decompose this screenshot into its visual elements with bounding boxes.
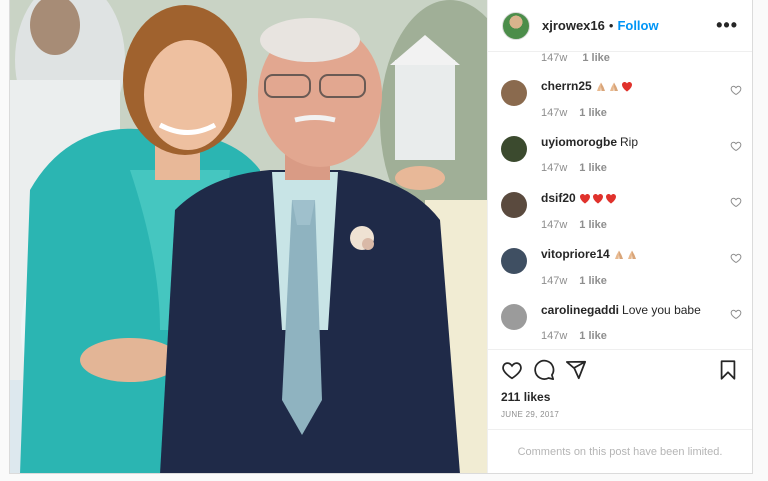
folded-hands-emoji-icon (596, 82, 605, 91)
comment-text-line: carolinegaddi Love you babe (541, 302, 742, 318)
comment-item: cherrn25 147w 1 like (501, 78, 742, 130)
comment-item: vitopriore14 147w 1 like (501, 246, 742, 298)
comment-body: dsif20 147w 1 like (541, 190, 742, 242)
comment-like-heart-icon[interactable] (730, 196, 742, 208)
commenter-username[interactable]: uyiomorogbe (541, 135, 617, 149)
comment-text-line: vitopriore14 (541, 246, 742, 263)
comment-emoji (594, 79, 633, 95)
comment-time[interactable]: 147w (541, 275, 567, 287)
author-avatar[interactable] (502, 11, 530, 40)
commenter-avatar[interactable] (501, 248, 527, 274)
heart-emoji-icon (605, 193, 616, 204)
comment-likes[interactable]: 1 like (579, 107, 607, 119)
post-card: xjrowex16 • Follow ••• 147w 1 like cherr… (9, 0, 753, 474)
comment-body: uyiomorogbe Rip 147w 1 like (541, 134, 742, 186)
comment-like-heart-icon[interactable] (730, 308, 742, 320)
comment-like-heart-icon[interactable] (730, 252, 742, 264)
comment-time[interactable]: 147w (541, 107, 567, 119)
comment-text: Love you babe (622, 303, 701, 317)
comment-meta: 147w 1 like (541, 219, 742, 231)
comment-meta: 147w 1 like (541, 107, 742, 119)
header-separator: • (608, 18, 614, 33)
comment-like-heart-icon[interactable] (730, 84, 742, 96)
heart-icon[interactable] (501, 359, 523, 381)
photo-illustration (10, 0, 487, 473)
more-options-icon[interactable]: ••• (716, 15, 738, 36)
commenter-avatar[interactable] (501, 192, 527, 218)
share-icon[interactable] (565, 359, 587, 381)
comment-likes[interactable]: 1 like (579, 275, 607, 287)
comment-emoji (612, 247, 638, 263)
previous-comment-meta: 147w 1 like (541, 52, 610, 64)
comment-meta: 147w 1 like (541, 162, 742, 174)
folded-hands-emoji-icon (609, 82, 618, 91)
comment-item: uyiomorogbe Rip 147w 1 like (501, 134, 742, 186)
comment-item: carolinegaddi Love you babe 147w 1 like (501, 302, 742, 349)
likes-count[interactable]: 211 likes (501, 390, 739, 404)
comment-likes[interactable]: 1 like (582, 52, 610, 64)
post-actions: 211 likes JUNE 29, 2017 (488, 349, 752, 429)
commenter-avatar[interactable] (501, 136, 527, 162)
post-photo[interactable] (10, 0, 487, 473)
heart-emoji-icon (621, 81, 632, 92)
comment-emoji (578, 191, 617, 207)
comment-body: carolinegaddi Love you babe 147w 1 like (541, 302, 742, 349)
comment-item: dsif20 147w 1 like (501, 190, 742, 242)
comment-likes[interactable]: 1 like (579, 219, 607, 231)
bookmark-icon[interactable] (717, 359, 739, 381)
commenter-username[interactable]: vitopriore14 (541, 247, 610, 261)
heart-emoji-icon (579, 193, 590, 204)
post-header: xjrowex16 • Follow ••• (488, 0, 752, 52)
comment-time[interactable]: 147w (541, 330, 567, 342)
comment-like-heart-icon[interactable] (730, 140, 742, 152)
comment-text: Rip (620, 135, 639, 149)
follow-button[interactable]: Follow (617, 18, 658, 33)
comment-likes[interactable]: 1 like (579, 162, 607, 174)
comment-time: 147w (541, 52, 568, 64)
comment-text-line: cherrn25 (541, 78, 742, 95)
author-username[interactable]: xjrowex16 (542, 18, 605, 33)
commenter-avatar[interactable] (501, 80, 527, 106)
commenter-avatar[interactable] (501, 304, 527, 330)
comment-time[interactable]: 147w (541, 162, 567, 174)
comment-meta: 147w 1 like (541, 275, 742, 287)
comments-list[interactable]: 147w 1 like cherrn25 147w 1 like uyiomorogb… (488, 52, 752, 349)
comments-limited-notice: Comments on this post have been limited. (488, 429, 752, 473)
heart-emoji-icon (592, 193, 603, 204)
comment-icon[interactable] (533, 359, 555, 381)
comment-body: vitopriore14 147w 1 like (541, 246, 742, 298)
commenter-username[interactable]: carolinegaddi (541, 303, 619, 317)
post-sidebar: xjrowex16 • Follow ••• 147w 1 like cherr… (487, 0, 752, 473)
comment-text-line: uyiomorogbe Rip (541, 134, 742, 150)
post-date[interactable]: JUNE 29, 2017 (501, 410, 739, 419)
comment-likes[interactable]: 1 like (579, 330, 607, 342)
folded-hands-emoji-icon (627, 250, 636, 259)
action-icons (501, 358, 739, 382)
comment-text-line: dsif20 (541, 190, 742, 207)
folded-hands-emoji-icon (614, 250, 623, 259)
commenter-username[interactable]: dsif20 (541, 191, 576, 205)
comment-time[interactable]: 147w (541, 219, 567, 231)
comment-body: cherrn25 147w 1 like (541, 78, 742, 130)
commenter-username[interactable]: cherrn25 (541, 79, 592, 93)
comment-meta: 147w 1 like (541, 330, 742, 342)
